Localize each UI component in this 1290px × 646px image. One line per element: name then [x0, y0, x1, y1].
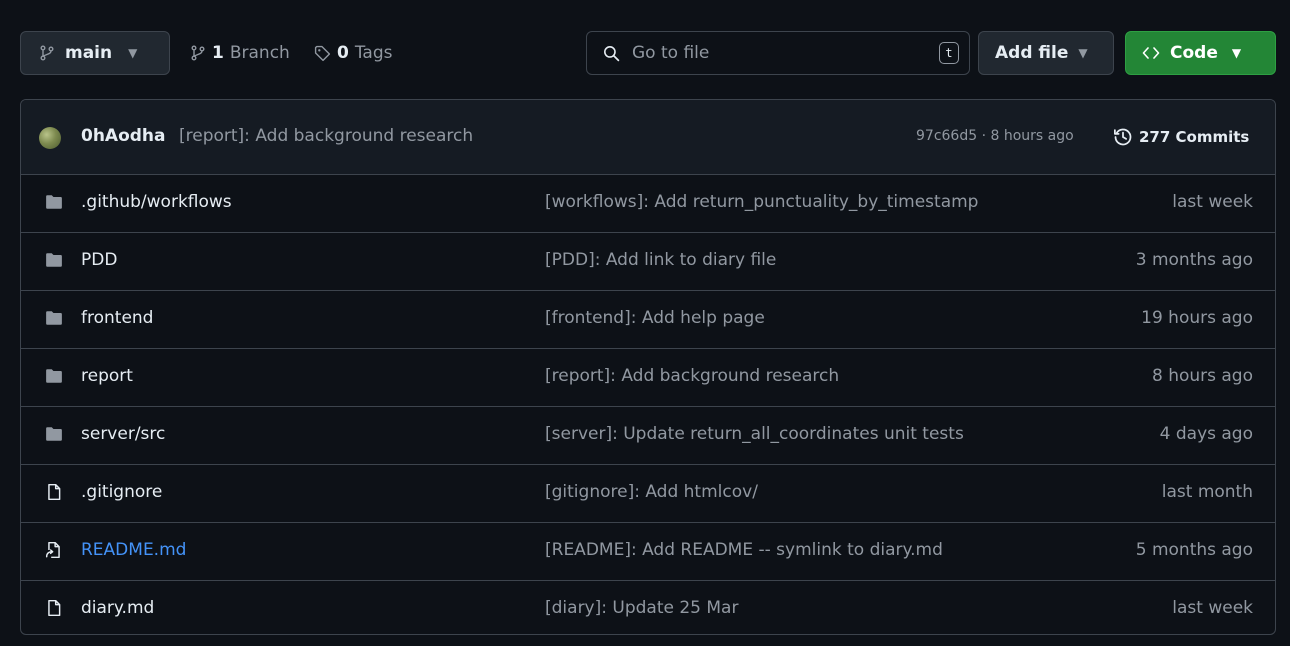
chevron-down-icon: ▼ [1078, 46, 1088, 60]
file-icon [48, 483, 61, 501]
file-table: 0hAodha [report]: Add background researc… [20, 99, 1276, 635]
branch-name: main [65, 43, 113, 63]
file-commit-message[interactable]: [workflows]: Add return_punctuality_by_t… [545, 192, 978, 212]
add-file-label: Add file [995, 43, 1069, 63]
file-name[interactable]: .github/workflows [81, 192, 232, 212]
branches-link[interactable]: 1 Branch [190, 31, 290, 75]
avatar[interactable] [39, 127, 61, 149]
file-name[interactable]: diary.md [81, 598, 154, 618]
commit-author[interactable]: 0hAodha [81, 126, 166, 146]
file-row[interactable]: report [report]: Add background research… [21, 349, 1275, 407]
file-commit-time: 8 hours ago [1151, 366, 1253, 386]
folder-icon [46, 311, 62, 325]
keyboard-shortcut-hint: t [939, 42, 959, 64]
branch-selector-button[interactable]: main ▼ [20, 31, 170, 75]
commits-label: 277 Commits [1139, 128, 1250, 146]
tags-label: Tags [354, 43, 393, 63]
go-to-file-search[interactable]: Go to file t [586, 31, 970, 75]
code-icon [1142, 47, 1160, 59]
add-file-button[interactable]: Add file ▼ [978, 31, 1114, 75]
code-button[interactable]: Code ▼ [1125, 31, 1276, 75]
file-name[interactable]: report [81, 366, 133, 386]
file-name[interactable]: .gitignore [81, 482, 162, 502]
file-row[interactable]: README.md [README]: Add README -- symlin… [21, 523, 1275, 581]
file-commit-message[interactable]: [gitignore]: Add htmlcov/ [545, 482, 758, 502]
file-commit-message[interactable]: [server]: Update return_all_coordinates … [545, 424, 964, 444]
file-commit-message[interactable]: [PDD]: Add link to diary file [545, 250, 776, 270]
code-label: Code [1170, 43, 1218, 63]
commit-message[interactable]: [report]: Add background research [179, 126, 473, 146]
tags-link[interactable]: 0 Tags [314, 31, 392, 75]
file-commit-time: 19 hours ago [1141, 308, 1253, 328]
latest-commit-bar: 0hAodha [report]: Add background researc… [21, 100, 1275, 175]
git-branch-icon [191, 45, 205, 61]
tags-count: 0 [337, 43, 349, 63]
git-branch-icon [40, 45, 54, 61]
folder-icon [46, 369, 62, 383]
repo-toolbar: main ▼ 1 Branch 0 Tags Go to file t Add … [6, 6, 1290, 100]
file-row[interactable]: PDD [PDD]: Add link to diary file 3 mont… [21, 233, 1275, 291]
file-row[interactable]: .gitignore [gitignore]: Add htmlcov/ las… [21, 465, 1275, 523]
tag-icon [314, 45, 331, 61]
file-row[interactable]: diary.md [diary]: Update 25 Mar last wee… [21, 581, 1275, 634]
file-icon [48, 599, 61, 617]
file-name[interactable]: PDD [81, 250, 117, 270]
chevron-down-icon: ▼ [128, 46, 138, 60]
file-row[interactable]: .github/workflows [workflows]: Add retur… [21, 175, 1275, 233]
symlink-file-icon [45, 541, 60, 559]
file-name[interactable]: frontend [81, 308, 153, 328]
commit-hash-time[interactable]: 97c66d5 · 8 hours ago [916, 128, 1074, 144]
file-name[interactable]: README.md [81, 540, 186, 560]
folder-icon [46, 253, 62, 267]
branches-label: Branch [229, 43, 290, 63]
file-row[interactable]: server/src [server]: Update return_all_c… [21, 407, 1275, 465]
file-commit-time: last week [1172, 192, 1253, 212]
search-icon [604, 45, 620, 61]
file-commit-time: last month [1161, 482, 1253, 502]
file-commit-message[interactable]: [report]: Add background research [545, 366, 839, 386]
branches-count: 1 [212, 43, 224, 63]
file-commit-message[interactable]: [README]: Add README -- symlink to diary… [545, 540, 943, 560]
repo-file-browser: main ▼ 1 Branch 0 Tags Go to file t Add … [6, 6, 1290, 646]
file-commit-message[interactable]: [diary]: Update 25 Mar [545, 598, 738, 618]
search-placeholder: Go to file [632, 43, 710, 63]
file-commit-time: 3 months ago [1135, 250, 1253, 270]
file-commit-message[interactable]: [frontend]: Add help page [545, 308, 765, 328]
file-row[interactable]: frontend [frontend]: Add help page 19 ho… [21, 291, 1275, 349]
commits-link[interactable]: 277 Commits [1113, 124, 1249, 150]
file-commit-time: 4 days ago [1159, 424, 1253, 444]
folder-icon [46, 427, 62, 441]
folder-icon [46, 195, 62, 209]
file-commit-time: 5 months ago [1135, 540, 1253, 560]
file-commit-time: last week [1172, 598, 1253, 618]
chevron-down-icon: ▼ [1231, 46, 1242, 60]
history-icon [1114, 128, 1132, 146]
file-name[interactable]: server/src [81, 424, 165, 444]
